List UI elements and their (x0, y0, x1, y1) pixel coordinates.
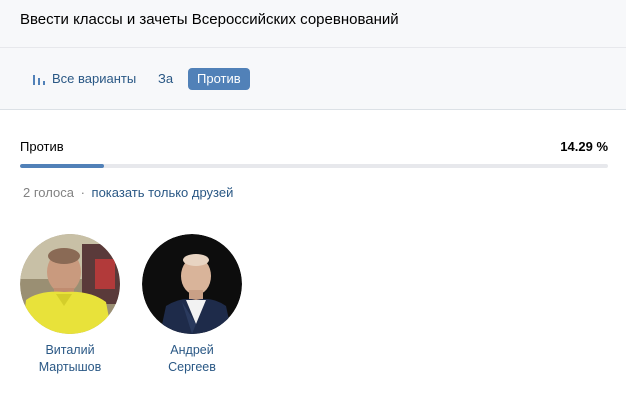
voter-first-name: Андрей (170, 343, 214, 357)
result-label: Против (20, 139, 64, 154)
poll-header: Ввести классы и зачеты Всероссийских сор… (0, 0, 626, 48)
voter-last-name: Сергеев (168, 360, 216, 374)
avatar[interactable] (142, 234, 242, 334)
result-percent: 14.29 % (560, 139, 608, 154)
tab-all-options-label: Все варианты (52, 71, 137, 86)
result-row: Против 14.29 % (20, 139, 608, 155)
tabs-bar: Все варианты За Против (0, 48, 626, 110)
poll-title: Ввести классы и зачеты Всероссийских сор… (20, 11, 399, 28)
voter-first-name: Виталий (45, 343, 95, 357)
voter-last-name: Мартышов (38, 360, 102, 374)
tab-for[interactable]: За (158, 68, 173, 90)
bar-chart-icon (33, 75, 45, 85)
voter-name[interactable]: Виталий Мартышов (15, 342, 125, 376)
votes-meta: 2 голоса · показать только друзей (23, 185, 233, 200)
voter-card[interactable]: Виталий Мартышов (15, 234, 125, 376)
avatar[interactable] (20, 234, 120, 334)
votes-count: 2 голоса (23, 185, 74, 200)
result-progress-fill (20, 164, 105, 168)
tab-against[interactable]: Против (188, 68, 250, 90)
meta-separator: · (80, 185, 85, 200)
voter-card[interactable]: Андрей Сергеев (137, 234, 247, 376)
show-friends-only-link[interactable]: показать только друзей (92, 185, 234, 200)
result-progress-bar (20, 164, 608, 168)
tab-all-options[interactable]: Все варианты (33, 68, 136, 90)
voter-name[interactable]: Андрей Сергеев (137, 342, 247, 376)
